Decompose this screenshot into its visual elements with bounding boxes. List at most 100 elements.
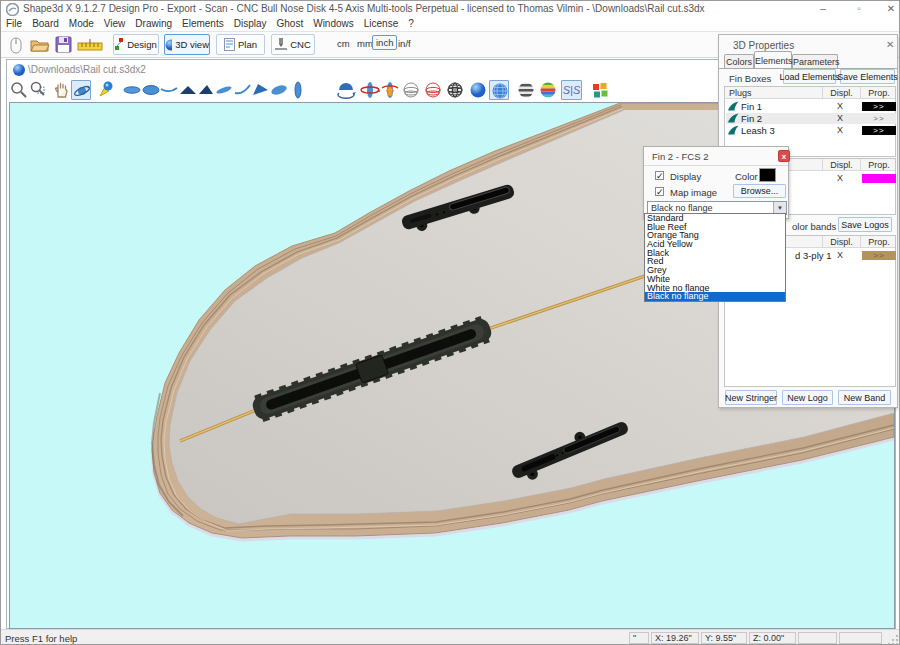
fin-icon xyxy=(728,101,739,111)
menu-ghost[interactable]: Ghost xyxy=(272,17,309,31)
option-standard[interactable]: Standard xyxy=(645,214,785,223)
option-white-no-flange[interactable]: White no flange xyxy=(645,284,785,293)
option-acid-yellow[interactable]: Acid Yellow xyxy=(645,240,785,249)
view-top-icon[interactable] xyxy=(122,80,142,100)
view-persp3-icon[interactable] xyxy=(251,80,271,100)
map-image-checkbox[interactable]: ✓ xyxy=(655,187,664,196)
load-elements-button[interactable]: Load Elements xyxy=(783,69,836,84)
display-checkbox[interactable]: ✓ xyxy=(655,171,664,180)
display-label: Display xyxy=(670,171,701,182)
status-unit: " xyxy=(629,632,649,644)
option-grey[interactable]: Grey xyxy=(645,266,785,275)
dialog-close-button[interactable]: x xyxy=(778,150,790,162)
menu-help[interactable]: ? xyxy=(403,17,419,31)
plan-label: Plan xyxy=(238,39,257,50)
unit-inch[interactable]: inch xyxy=(372,35,397,50)
fin-icon xyxy=(728,113,739,123)
tab-parameters[interactable]: Parameters xyxy=(792,54,838,68)
view-section2-icon[interactable] xyxy=(196,80,216,100)
plugs-header: Plugs Displ. Prop. xyxy=(725,87,895,99)
status-y: Y: 9.55" xyxy=(701,632,747,644)
view-persp2-icon[interactable] xyxy=(233,80,253,100)
view-side-icon[interactable] xyxy=(159,80,179,100)
view-persp1-icon[interactable] xyxy=(214,80,234,100)
design-button[interactable]: Design xyxy=(113,34,159,55)
option-white[interactable]: White xyxy=(645,275,785,284)
menu-display[interactable]: Display xyxy=(229,17,272,31)
flip-board-icon[interactable] xyxy=(380,80,400,100)
app-window: Shape3d X 9.1.2.7 Design Pro - Export - … xyxy=(0,0,900,645)
save-elements-button[interactable]: Save Elements xyxy=(840,69,895,84)
view-bottom-icon[interactable] xyxy=(141,80,161,100)
new-logo-button[interactable]: New Logo xyxy=(782,390,833,405)
status-bar: Press F1 for help " X: 19.26" Y: 9.55" Z… xyxy=(1,629,900,645)
fin-icon xyxy=(728,125,739,135)
menu-view[interactable]: View xyxy=(99,17,131,31)
cnc-icon xyxy=(275,38,287,51)
view-section1-icon[interactable] xyxy=(178,80,198,100)
option-orange-tang[interactable]: Orange Tang xyxy=(645,231,785,240)
option-red[interactable]: Red xyxy=(645,257,785,266)
view-persp4-icon[interactable] xyxy=(269,80,289,100)
color-swatch[interactable] xyxy=(759,168,776,182)
menu-windows[interactable]: Windows xyxy=(308,17,359,31)
unit-cm[interactable]: cm xyxy=(337,38,350,49)
status-empty-2 xyxy=(839,632,882,644)
render-solid-icon[interactable] xyxy=(468,80,488,100)
status-empty-1 xyxy=(798,632,837,644)
design-label: Design xyxy=(127,39,157,50)
rotate-board-icon[interactable] xyxy=(360,80,380,100)
tab-colors[interactable]: Colors xyxy=(724,54,754,68)
fin-boxes-label: Fin Boxes xyxy=(729,73,771,84)
3d-view-button[interactable]: 3D view xyxy=(164,34,210,55)
open-icon[interactable] xyxy=(30,37,50,53)
plan-button[interactable]: Plan xyxy=(216,34,265,55)
colors-icon[interactable] xyxy=(590,80,610,100)
stripes-color-icon[interactable] xyxy=(538,80,558,100)
panel-close-icon[interactable]: ✕ xyxy=(886,39,894,50)
wireframe-red-icon[interactable] xyxy=(423,80,443,100)
panel-title: 3D Properties xyxy=(733,40,794,51)
new-band-button[interactable]: New Band xyxy=(838,390,891,405)
resize-grip-icon[interactable] xyxy=(887,634,899,645)
light-icon[interactable] xyxy=(96,80,116,100)
stripes-gray-icon[interactable] xyxy=(516,80,536,100)
menu-board[interactable]: Board xyxy=(27,17,64,31)
pan-icon[interactable] xyxy=(52,80,72,100)
cnc-button[interactable]: CNC xyxy=(271,34,315,55)
browse-button[interactable]: Browse... xyxy=(733,184,786,198)
dimensions-icon[interactable] xyxy=(77,38,103,53)
option-black[interactable]: Black xyxy=(645,249,785,258)
menu-mode[interactable]: Mode xyxy=(64,17,99,31)
menu-file[interactable]: File xyxy=(1,17,27,31)
rotate-view-icon[interactable] xyxy=(71,80,91,100)
zoom-icon[interactable] xyxy=(9,80,29,100)
unit-inf[interactable]: in/f xyxy=(398,38,411,49)
save-logos-button[interactable]: Save Logos xyxy=(838,217,892,232)
menu-license[interactable]: License xyxy=(359,17,403,31)
wireframe-icon[interactable] xyxy=(401,80,421,100)
tab-elements[interactable]: Elements xyxy=(754,51,792,68)
new-stringer-button[interactable]: New Stringer xyxy=(725,390,777,405)
minimize-button[interactable]: – xyxy=(813,1,833,16)
unit-mm[interactable]: mm xyxy=(357,38,373,49)
app-logo-icon xyxy=(6,3,19,16)
wireframe-dark-icon[interactable] xyxy=(445,80,465,100)
menu-drawing[interactable]: Drawing xyxy=(130,17,177,31)
title-bar: Shape3d X 9.1.2.7 Design Pro - Export - … xyxy=(1,1,900,17)
s3d-logo-icon[interactable]: S|S xyxy=(561,80,582,100)
render-texture-icon[interactable] xyxy=(489,80,509,100)
menu-elements[interactable]: Elements xyxy=(177,17,229,31)
plan-icon xyxy=(224,38,235,51)
option-blue-reef[interactable]: Blue Reef xyxy=(645,223,785,232)
mouse-icon[interactable] xyxy=(7,34,25,56)
view-front-icon[interactable] xyxy=(289,80,309,100)
maximize-button[interactable]: ▫ xyxy=(849,1,869,16)
document-icon xyxy=(12,63,26,77)
window-title: Shape3d X 9.1.2.7 Design Pro - Export - … xyxy=(23,3,705,14)
save-icon[interactable] xyxy=(55,36,72,53)
close-button[interactable]: ✕ xyxy=(881,1,900,16)
zoom-window-icon[interactable] xyxy=(29,80,49,100)
rotate-dome-icon[interactable] xyxy=(336,80,356,100)
option-black-no-flange[interactable]: Black no flange xyxy=(645,292,785,301)
